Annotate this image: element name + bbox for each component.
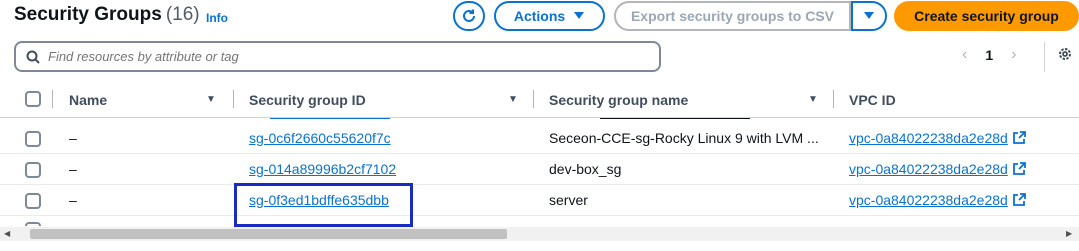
highlight-box: [234, 183, 413, 227]
caret-down-icon: [574, 12, 585, 19]
create-security-group-button[interactable]: Create security group: [894, 1, 1079, 31]
scroll-left-icon[interactable]: ◀: [4, 229, 10, 238]
column-header-security-group-id[interactable]: Security group ID: [249, 92, 366, 108]
export-options-button[interactable]: [851, 1, 887, 31]
previous-page-icon[interactable]: ‹: [962, 46, 967, 64]
table-row-partial: [0, 118, 1079, 122]
search-icon: [26, 50, 40, 64]
sort-icon[interactable]: ▼: [808, 94, 818, 105]
row-checkbox[interactable]: [25, 193, 41, 209]
actions-label: Actions: [513, 8, 566, 24]
cell-name: –: [69, 161, 77, 177]
cell-security-group-name: server: [549, 192, 588, 208]
page-title: Security Groups (16): [14, 4, 200, 26]
preferences-button[interactable]: [1057, 46, 1073, 67]
security-group-id-link[interactable]: sg-014a89996b2cf7102: [249, 161, 396, 177]
export-csv-button[interactable]: Export security groups to CSV: [614, 1, 851, 31]
cell-security-group-name: dev-box_sg: [549, 161, 622, 177]
table-row[interactable]: – sg-0c6f2660c55620f7c Seceon-CCE-sg-Roc…: [0, 123, 1079, 154]
column-divider[interactable]: [833, 90, 834, 108]
next-page-icon[interactable]: ›: [1011, 46, 1016, 64]
security-group-id-link[interactable]: sg-0c6f2660c55620f7c: [249, 130, 391, 146]
row-checkbox[interactable]: [25, 131, 41, 147]
vpc-id-link[interactable]: vpc-0a84022238da2e28d: [849, 161, 1008, 177]
external-link-icon[interactable]: [1012, 193, 1026, 207]
row-checkbox[interactable]: [25, 162, 41, 178]
select-all-checkbox[interactable]: [25, 91, 41, 107]
row-checkbox-partial: [25, 222, 41, 226]
export-label: Export security groups to CSV: [630, 8, 835, 24]
vpc-id-cell: vpc-0a84022238da2e28d: [849, 161, 1026, 177]
column-header-vpc-id[interactable]: VPC ID: [849, 92, 896, 108]
page-header: Security Groups (16) Info Actions Export …: [0, 0, 1079, 36]
caret-down-icon: [864, 12, 874, 19]
security-group-count: (16): [165, 4, 200, 25]
column-divider[interactable]: [233, 90, 234, 108]
scroll-right-icon[interactable]: ▶: [1066, 229, 1072, 238]
external-link-icon[interactable]: [1012, 162, 1026, 176]
sort-icon[interactable]: ▼: [206, 94, 216, 105]
table-header: Name ▼ Security group ID ▼ Security grou…: [0, 84, 1079, 118]
vpc-id-link[interactable]: vpc-0a84022238da2e28d: [849, 130, 1008, 146]
table-row[interactable]: – sg-014a89996b2cf7102 dev-box_sg vpc-0a…: [0, 154, 1079, 185]
search-bar: [14, 41, 661, 72]
column-header-name[interactable]: Name: [69, 92, 107, 108]
column-header-security-group-name[interactable]: Security group name: [549, 92, 688, 108]
vpc-id-cell: vpc-0a84022238da2e28d: [849, 130, 1026, 146]
search-input[interactable]: [48, 49, 648, 64]
create-label: Create security group: [914, 8, 1059, 24]
cell-name: –: [69, 192, 77, 208]
pagination: ‹ 1 ›: [962, 46, 1016, 64]
cell-name: –: [69, 130, 77, 146]
column-divider[interactable]: [533, 90, 534, 108]
sort-icon[interactable]: ▼: [508, 94, 518, 105]
refresh-button[interactable]: [453, 1, 485, 31]
cell-security-group-name: Seceon-CCE-sg-Rocky Linux 9 with LVM ...: [549, 130, 819, 146]
divider: [1044, 42, 1045, 72]
refresh-icon: [463, 9, 475, 22]
column-divider: [52, 90, 53, 108]
current-page-number[interactable]: 1: [985, 47, 993, 63]
external-link-icon[interactable]: [1012, 131, 1026, 145]
info-link[interactable]: Info: [206, 11, 228, 25]
vpc-id-cell: vpc-0a84022238da2e28d: [849, 192, 1026, 208]
page-title-text: Security Groups: [14, 4, 162, 25]
gear-icon: [1059, 48, 1071, 60]
scrollbar-thumb[interactable]: [30, 229, 507, 239]
vpc-id-link[interactable]: vpc-0a84022238da2e28d: [849, 192, 1008, 208]
actions-dropdown-button[interactable]: Actions: [494, 1, 605, 31]
table-row[interactable]: – sg-0f3ed1bdffe635dbb server vpc-0a8402…: [0, 185, 1079, 216]
